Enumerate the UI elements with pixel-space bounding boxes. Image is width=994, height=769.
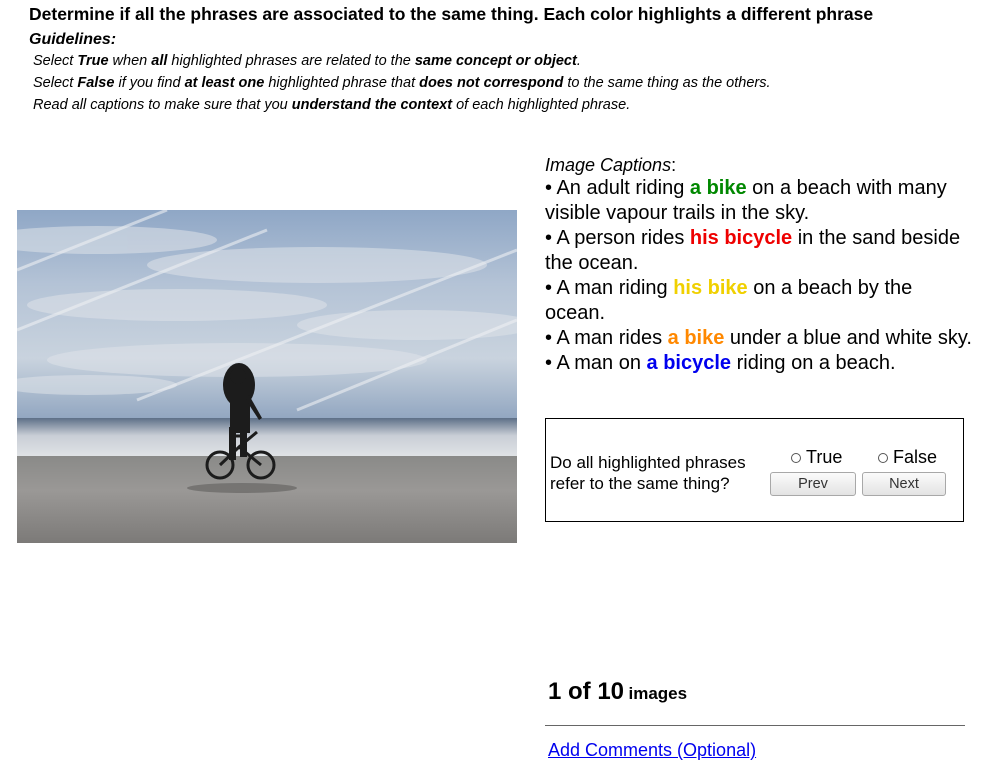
prev-button[interactable]: Prev bbox=[770, 472, 856, 496]
question-text: Do all highlighted phrases refer to the … bbox=[550, 453, 746, 493]
image-counter: 1 of 10 images bbox=[548, 678, 687, 706]
guideline-true: Select True when all highlighted phrases… bbox=[33, 53, 581, 69]
caption-item: • A man rides a bike under a blue and wh… bbox=[545, 327, 972, 349]
next-button[interactable]: Next bbox=[862, 472, 946, 496]
highlighted-phrase: a bike bbox=[667, 327, 725, 349]
false-radio-option[interactable]: False bbox=[878, 447, 937, 468]
highlighted-phrase: his bike bbox=[673, 277, 748, 299]
add-comments-link[interactable]: Add Comments (Optional) bbox=[548, 740, 756, 761]
beach-cyclist-photo bbox=[17, 210, 517, 543]
highlighted-phrase: a bicycle bbox=[646, 352, 732, 374]
false-label: False bbox=[893, 447, 938, 467]
divider bbox=[545, 725, 965, 726]
image-captions: Image Captions: • An adult riding a bike… bbox=[545, 154, 975, 376]
page-title: Determine if all the phrases are associa… bbox=[29, 4, 874, 24]
guideline-context: Read all captions to make sure that you … bbox=[33, 97, 631, 113]
true-label: True bbox=[806, 447, 843, 467]
caption-item: • An adult riding a bike on a beach with… bbox=[545, 177, 947, 224]
captions-heading: Image Captions: bbox=[545, 155, 677, 175]
counter-unit: images bbox=[628, 684, 688, 703]
question-panel: Do all highlighted phrases refer to the … bbox=[545, 418, 964, 522]
caption-item: • A man riding his bike on a beach by th… bbox=[545, 277, 913, 324]
highlighted-phrase: a bike bbox=[689, 177, 747, 199]
highlighted-phrase: his bicycle bbox=[689, 227, 793, 249]
counter-value: 1 of 10 bbox=[548, 678, 625, 705]
true-radio-option[interactable]: True bbox=[791, 447, 842, 468]
caption-item: • A man on a bicycle riding on a beach. bbox=[545, 352, 896, 374]
false-radio-button[interactable] bbox=[878, 452, 888, 463]
guideline-false: Select False if you find at least one hi… bbox=[33, 75, 771, 91]
caption-item: • A person rides his bicycle in the sand… bbox=[545, 227, 961, 274]
true-radio-button[interactable] bbox=[791, 452, 801, 463]
guidelines-heading: Guidelines: bbox=[29, 31, 117, 48]
